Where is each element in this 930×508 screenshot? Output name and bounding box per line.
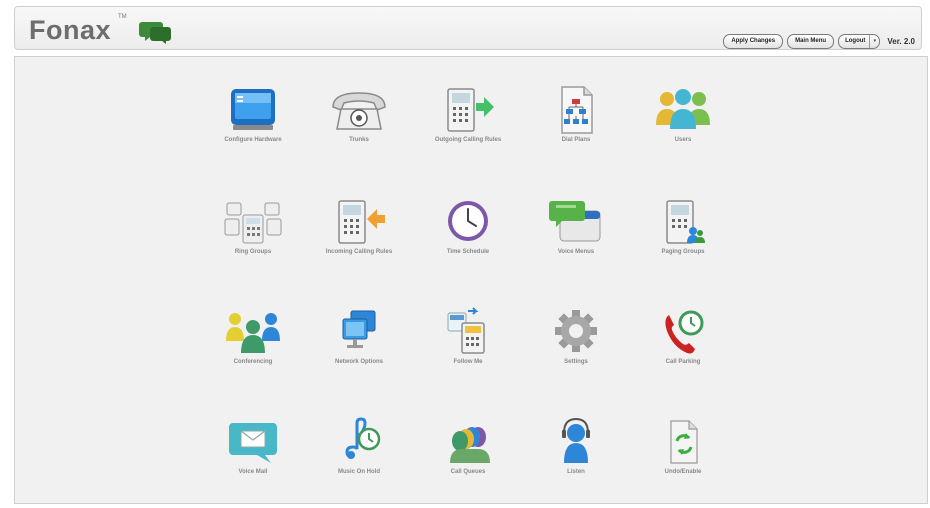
main-menu-button[interactable]: Main Menu xyxy=(787,33,835,49)
paging-groups-icon xyxy=(666,200,705,244)
logout-dropdown[interactable]: Logout ▾ xyxy=(838,33,881,49)
menu-tile-undo-enable[interactable]: Undo/Enable xyxy=(628,417,738,497)
clock-icon xyxy=(448,201,488,241)
follow-me-icon xyxy=(447,307,485,354)
headset-icon xyxy=(562,417,590,463)
logout-button[interactable]: Logout xyxy=(839,34,871,48)
hardware-icon xyxy=(231,89,275,130)
tile-label: Incoming Calling Rules xyxy=(325,249,393,255)
network-icon xyxy=(342,310,376,348)
menu-tile-users[interactable]: Users xyxy=(628,85,738,165)
users-icon xyxy=(656,89,710,129)
voice-menus-icon xyxy=(549,201,601,242)
menu-tile-conferencing[interactable]: Conferencing xyxy=(198,307,308,387)
menu-tile-time-schedule[interactable]: Time Schedule xyxy=(413,197,523,277)
tile-label: Paging Groups xyxy=(661,249,705,255)
tile-label: Call Parking xyxy=(665,359,701,365)
outgoing-rules-icon xyxy=(447,88,494,132)
incoming-rules-icon xyxy=(338,200,385,244)
menu-tile-voice-menus[interactable]: Voice Menus xyxy=(521,197,631,277)
tile-label: Users xyxy=(674,137,692,143)
chevron-down-icon[interactable]: ▾ xyxy=(870,35,879,48)
logo-trademark: TM xyxy=(118,14,127,20)
tile-label: Dial Plans xyxy=(561,137,591,143)
tile-label: Trunks xyxy=(349,137,369,143)
menu-tile-settings[interactable]: Settings xyxy=(521,307,631,387)
menu-tile-network-options[interactable]: Network Options xyxy=(304,307,414,387)
menu-tile-music-on-hold[interactable]: Music On Hold xyxy=(304,417,414,497)
menu-tile-ring-groups[interactable]: Ring Groups xyxy=(198,197,308,277)
tile-label: Undo/Enable xyxy=(664,469,702,475)
tile-label: Follow Me xyxy=(453,359,483,365)
undo-icon xyxy=(670,420,698,464)
top-header: Fonax TM Apply Changes Main Menu Logout … xyxy=(14,6,922,50)
menu-tile-call-parking[interactable]: Call Parking xyxy=(628,307,738,387)
voicemail-icon xyxy=(229,423,277,463)
tile-label: Outgoing Calling Rules xyxy=(434,137,502,143)
menu-tile-call-queues[interactable]: Call Queues xyxy=(413,417,523,497)
menu-tile-listen[interactable]: Listen xyxy=(521,417,631,497)
music-icon xyxy=(345,417,381,459)
menu-tile-dial-plans[interactable]: Dial Plans xyxy=(521,85,631,165)
tile-label: Voice Mail xyxy=(238,469,268,475)
ring-groups-icon xyxy=(224,202,282,244)
fonax-logo-text: Fonax xyxy=(29,15,112,45)
tile-label: Settings xyxy=(564,359,588,365)
menu-tile-trunks[interactable]: Trunks xyxy=(304,85,414,165)
gear-icon xyxy=(555,310,597,352)
tile-label: Music On Hold xyxy=(338,469,380,475)
dial-plan-icon xyxy=(561,86,593,134)
tile-label: Call Queues xyxy=(450,469,486,475)
tile-label: Network Options xyxy=(334,359,383,365)
tile-label: Listen xyxy=(567,469,585,475)
menu-tile-outgoing-calling-rules[interactable]: Outgoing Calling Rules xyxy=(413,85,523,165)
phone-icon xyxy=(332,92,386,130)
menu-tile-voice-mail[interactable]: Voice Mail xyxy=(198,417,308,497)
tile-label: Ring Groups xyxy=(234,249,272,255)
header-actions: Apply Changes Main Menu Logout ▾ Ver. 2.… xyxy=(723,33,915,49)
menu-tile-follow-me[interactable]: Follow Me xyxy=(413,307,523,387)
tile-label: Time Schedule xyxy=(446,249,490,255)
menu-tile-paging-groups[interactable]: Paging Groups xyxy=(628,197,738,277)
conferencing-icon xyxy=(226,313,280,353)
version-label: Ver. 2.0 xyxy=(887,36,915,46)
menu-tile-incoming-calling-rules[interactable]: Incoming Calling Rules xyxy=(304,197,414,277)
apply-changes-button[interactable]: Apply Changes xyxy=(723,33,784,49)
chat-bubbles-icon xyxy=(139,22,171,44)
tile-label: Configure Hardware xyxy=(224,137,282,143)
call-parking-icon xyxy=(665,310,704,354)
tile-label: Voice Menus xyxy=(557,249,595,255)
menu-tile-configure-hardware[interactable]: Configure Hardware xyxy=(198,85,308,165)
main-menu-panel: Configure Hardware Trunks Outgoing Calli… xyxy=(14,56,928,504)
call-queues-icon xyxy=(450,427,490,463)
tile-label: Conferencing xyxy=(233,359,273,365)
